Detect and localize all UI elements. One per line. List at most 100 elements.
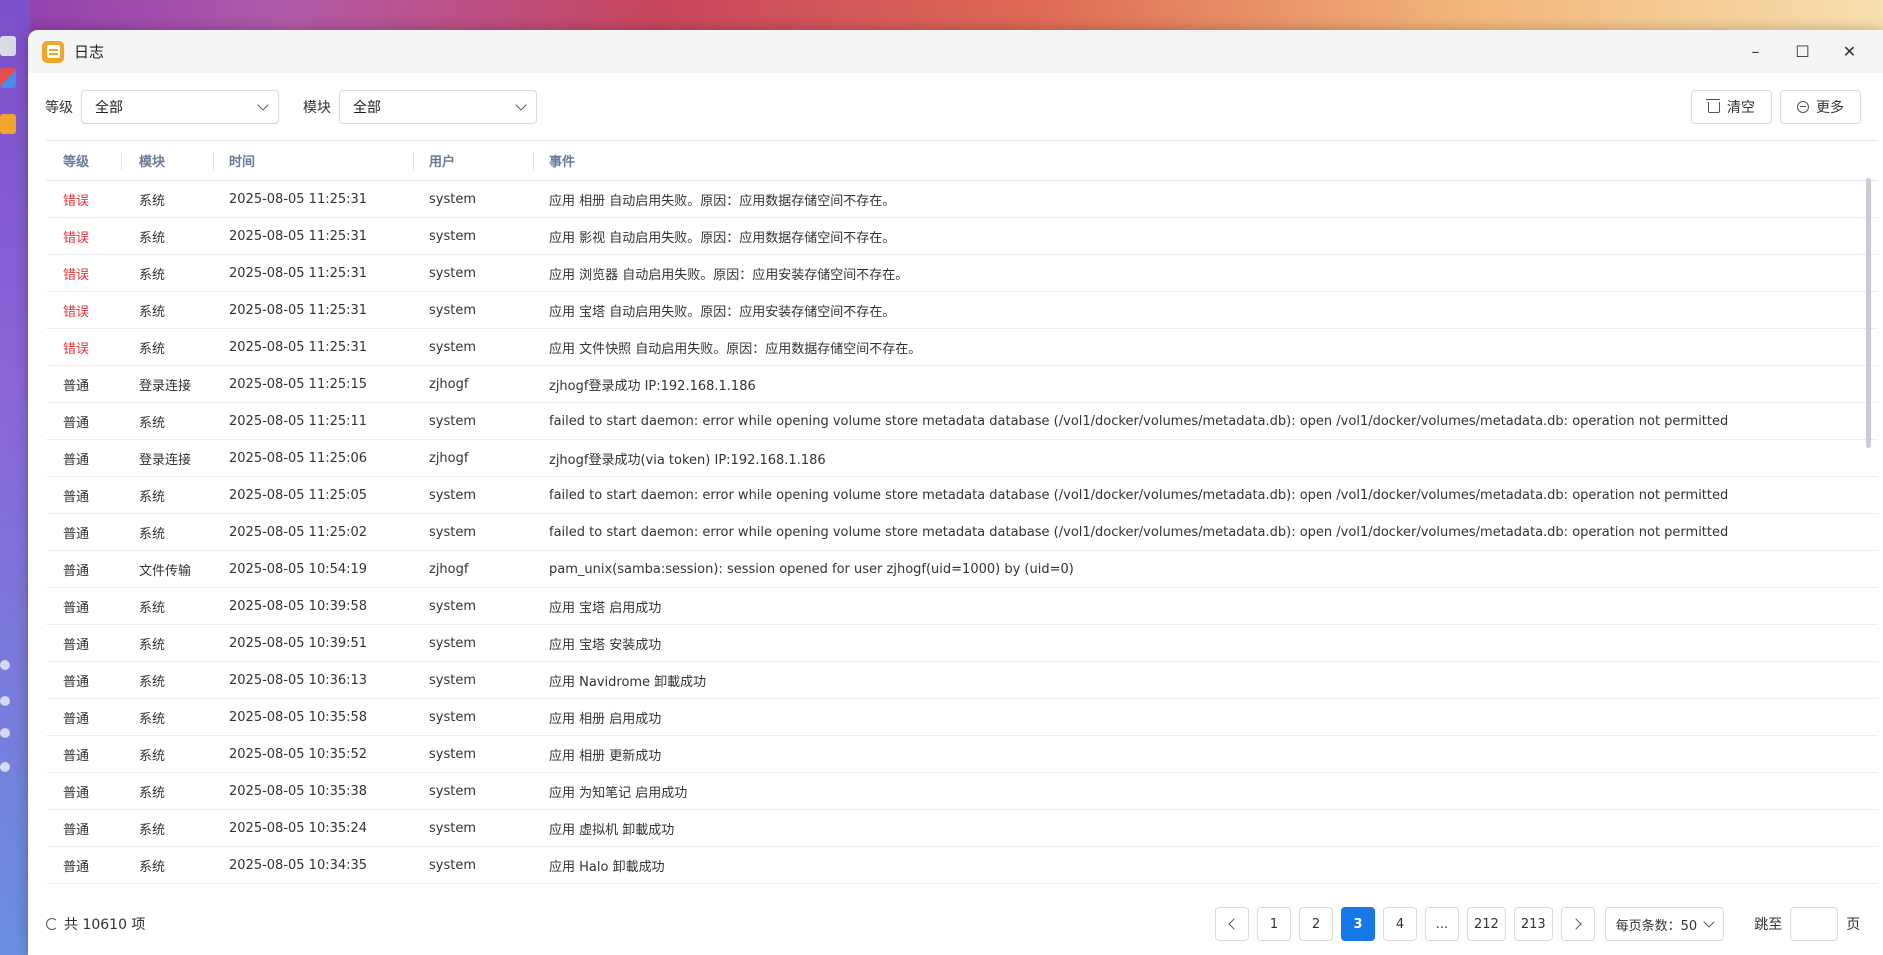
cell-event: 应用 相册 自动启用失败。原因：应用数据存储空间不存在。 bbox=[549, 193, 896, 209]
cell-user: zjhogf bbox=[429, 561, 469, 577]
table-row[interactable]: 普通 文件传输 2025-08-05 10:54:19 zjhogf pam_unix(… bbox=[46, 551, 1878, 588]
cell-user: system bbox=[429, 413, 476, 429]
table-row[interactable]: 普通 系统 2025-08-05 10:36:13 system 应用 Navidrom… bbox=[46, 662, 1878, 699]
user-icon[interactable] bbox=[0, 728, 10, 738]
jump-to-page: 跳至 页 bbox=[1754, 907, 1860, 941]
clear-button[interactable]: 清空 bbox=[1691, 90, 1772, 124]
page-button[interactable]: 4 bbox=[1383, 907, 1417, 941]
table-header: 等级 模块 时间 用户 事件 bbox=[46, 140, 1878, 181]
cell-user: system bbox=[429, 487, 476, 503]
module-filter-select[interactable]: 全部 bbox=[339, 89, 537, 124]
level-filter-select[interactable]: 全部 bbox=[81, 89, 279, 124]
cell-time: 2025-08-05 10:35:24 bbox=[229, 820, 368, 836]
cell-module: 系统 bbox=[139, 637, 166, 653]
cell-module: 系统 bbox=[139, 859, 166, 875]
table-row[interactable]: 普通 系统 2025-08-05 11:25:02 system failed to s… bbox=[46, 514, 1878, 551]
jump-page-input[interactable] bbox=[1790, 907, 1839, 941]
log-app-icon[interactable] bbox=[0, 114, 16, 134]
table-row[interactable]: 普通 系统 2025-08-05 11:25:11 system failed to s… bbox=[46, 403, 1878, 440]
table-row[interactable]: 错误 系统 2025-08-05 11:25:31 system 应用 宝塔 自动启用失… bbox=[46, 292, 1878, 329]
column-header-time[interactable]: 时间 bbox=[213, 141, 413, 180]
table-scrollbar[interactable] bbox=[1866, 178, 1871, 448]
monitor-icon[interactable] bbox=[0, 36, 16, 56]
cell-event: failed to start daemon: error while open… bbox=[549, 413, 1729, 429]
cell-level: 普通 bbox=[63, 785, 90, 801]
level-filter-value: 全部 bbox=[95, 99, 123, 116]
cell-user: system bbox=[429, 302, 476, 318]
prev-page-button[interactable] bbox=[1215, 907, 1249, 941]
column-header-module[interactable]: 模块 bbox=[121, 141, 213, 180]
page-button[interactable]: 213 bbox=[1513, 907, 1553, 941]
module-filter-value: 全部 bbox=[353, 99, 381, 116]
level-filter-label: 等级 bbox=[45, 99, 73, 116]
chevron-down-icon bbox=[1703, 916, 1715, 928]
cell-level: 普通 bbox=[63, 452, 90, 468]
page-button[interactable]: 212 bbox=[1467, 907, 1506, 941]
per-page-select[interactable]: 每页条数：50 bbox=[1604, 907, 1725, 941]
table-row[interactable]: 普通 系统 2025-08-05 10:35:24 system 应用 虚拟机 卸載成功 bbox=[46, 810, 1878, 847]
table-row[interactable]: 普通 系统 2025-08-05 11:25:05 system failed to s… bbox=[46, 477, 1878, 514]
cell-module: 登录连接 bbox=[139, 452, 192, 468]
cell-time: 2025-08-05 11:25:06 bbox=[229, 450, 368, 466]
cell-time: 2025-08-05 11:25:02 bbox=[229, 524, 368, 540]
table-row[interactable]: 普通 系统 2025-08-05 10:35:52 system 应用 相册 更新成功 bbox=[46, 736, 1878, 773]
window-title: 日志 bbox=[74, 43, 105, 61]
cell-module: 系统 bbox=[139, 674, 166, 690]
table-row[interactable]: 普通 系统 2025-08-05 10:34:35 system 应用 Halo 卸載成… bbox=[46, 847, 1878, 884]
chevron-down-icon bbox=[257, 98, 269, 111]
window-controls: – ☐ ✕ bbox=[1732, 30, 1873, 73]
table-row[interactable]: 普通 系统 2025-08-05 10:39:51 system 应用 宝塔 安装成功 bbox=[46, 625, 1878, 662]
cell-level: 普通 bbox=[63, 378, 90, 394]
table-row[interactable]: 普通 系统 2025-08-05 10:39:58 system 应用 宝塔 启用成功 bbox=[46, 588, 1878, 625]
cell-level: 普通 bbox=[63, 859, 90, 875]
page-button-current[interactable]: 3 bbox=[1341, 907, 1375, 941]
cell-time: 2025-08-05 10:39:51 bbox=[229, 635, 368, 651]
page-button[interactable]: 2 bbox=[1299, 907, 1333, 941]
maximize-button[interactable]: ☐ bbox=[1779, 30, 1826, 73]
cell-time: 2025-08-05 11:25:31 bbox=[229, 228, 368, 244]
cell-module: 系统 bbox=[139, 341, 166, 357]
cell-module: 系统 bbox=[139, 526, 166, 542]
page-button[interactable]: 1 bbox=[1257, 907, 1291, 941]
chevron-down-icon bbox=[515, 98, 527, 111]
refresh-icon[interactable] bbox=[46, 918, 58, 930]
cell-user: system bbox=[429, 672, 476, 688]
clear-label: 清空 bbox=[1727, 100, 1755, 116]
minimize-button[interactable]: – bbox=[1732, 30, 1779, 73]
bell-icon[interactable] bbox=[0, 696, 10, 706]
total-count: 共 10610 项 bbox=[46, 914, 145, 934]
cell-module: 系统 bbox=[139, 193, 166, 209]
table-row[interactable]: 普通 系统 2025-08-05 10:35:38 system 应用 为知笔记 启用成… bbox=[46, 773, 1878, 810]
table-row[interactable]: 错误 系统 2025-08-05 11:25:31 system 应用 文件快照 自动启… bbox=[46, 329, 1878, 366]
cell-level: 普通 bbox=[63, 711, 90, 727]
more-button[interactable]: 更多 bbox=[1780, 90, 1861, 124]
cell-time: 2025-08-05 11:25:11 bbox=[229, 413, 368, 429]
cell-level: 错误 bbox=[63, 193, 90, 209]
cell-event: failed to start daemon: error while open… bbox=[549, 487, 1729, 503]
column-header-level[interactable]: 等级 bbox=[46, 141, 121, 180]
table-row[interactable]: 错误 系统 2025-08-05 11:25:31 system 应用 影视 自动启用失… bbox=[46, 218, 1878, 255]
settings-icon[interactable] bbox=[0, 660, 10, 670]
table-row[interactable]: 错误 系统 2025-08-05 11:25:31 system 应用 浏览器 自动启用… bbox=[46, 255, 1878, 292]
desktop-dock bbox=[0, 0, 30, 955]
table-row[interactable]: 普通 系统 2025-08-05 10:35:58 system 应用 相册 启用成功 bbox=[46, 699, 1878, 736]
close-button[interactable]: ✕ bbox=[1826, 30, 1873, 73]
page-unit-label: 页 bbox=[1846, 917, 1861, 933]
page-ellipsis[interactable]: ... bbox=[1425, 907, 1459, 941]
table-row[interactable]: 错误 系统 2025-08-05 11:25:31 system 应用 相册 自动启用失… bbox=[46, 181, 1878, 218]
gear-icon[interactable] bbox=[0, 762, 10, 772]
cell-user: system bbox=[429, 857, 476, 873]
table-row[interactable]: 普通 登录连接 2025-08-05 11:25:06 zjhogf zjhogf登录成… bbox=[46, 440, 1878, 477]
log-icon bbox=[42, 40, 64, 63]
next-page-button[interactable] bbox=[1560, 907, 1595, 941]
cell-level: 错误 bbox=[63, 267, 90, 283]
column-header-user[interactable]: 用户 bbox=[413, 141, 533, 180]
column-header-event[interactable]: 事件 bbox=[533, 141, 1878, 180]
cell-module: 系统 bbox=[139, 600, 166, 616]
filter-toolbar: 等级 全部 模块 全部 清空 更多 bbox=[28, 73, 1883, 140]
cell-level: 错误 bbox=[63, 230, 90, 246]
app-store-icon[interactable] bbox=[0, 68, 16, 88]
cell-time: 2025-08-05 10:54:19 bbox=[229, 561, 368, 577]
cell-level: 普通 bbox=[63, 415, 90, 431]
table-row[interactable]: 普通 登录连接 2025-08-05 11:25:15 zjhogf zjhogf登录成… bbox=[46, 366, 1878, 403]
